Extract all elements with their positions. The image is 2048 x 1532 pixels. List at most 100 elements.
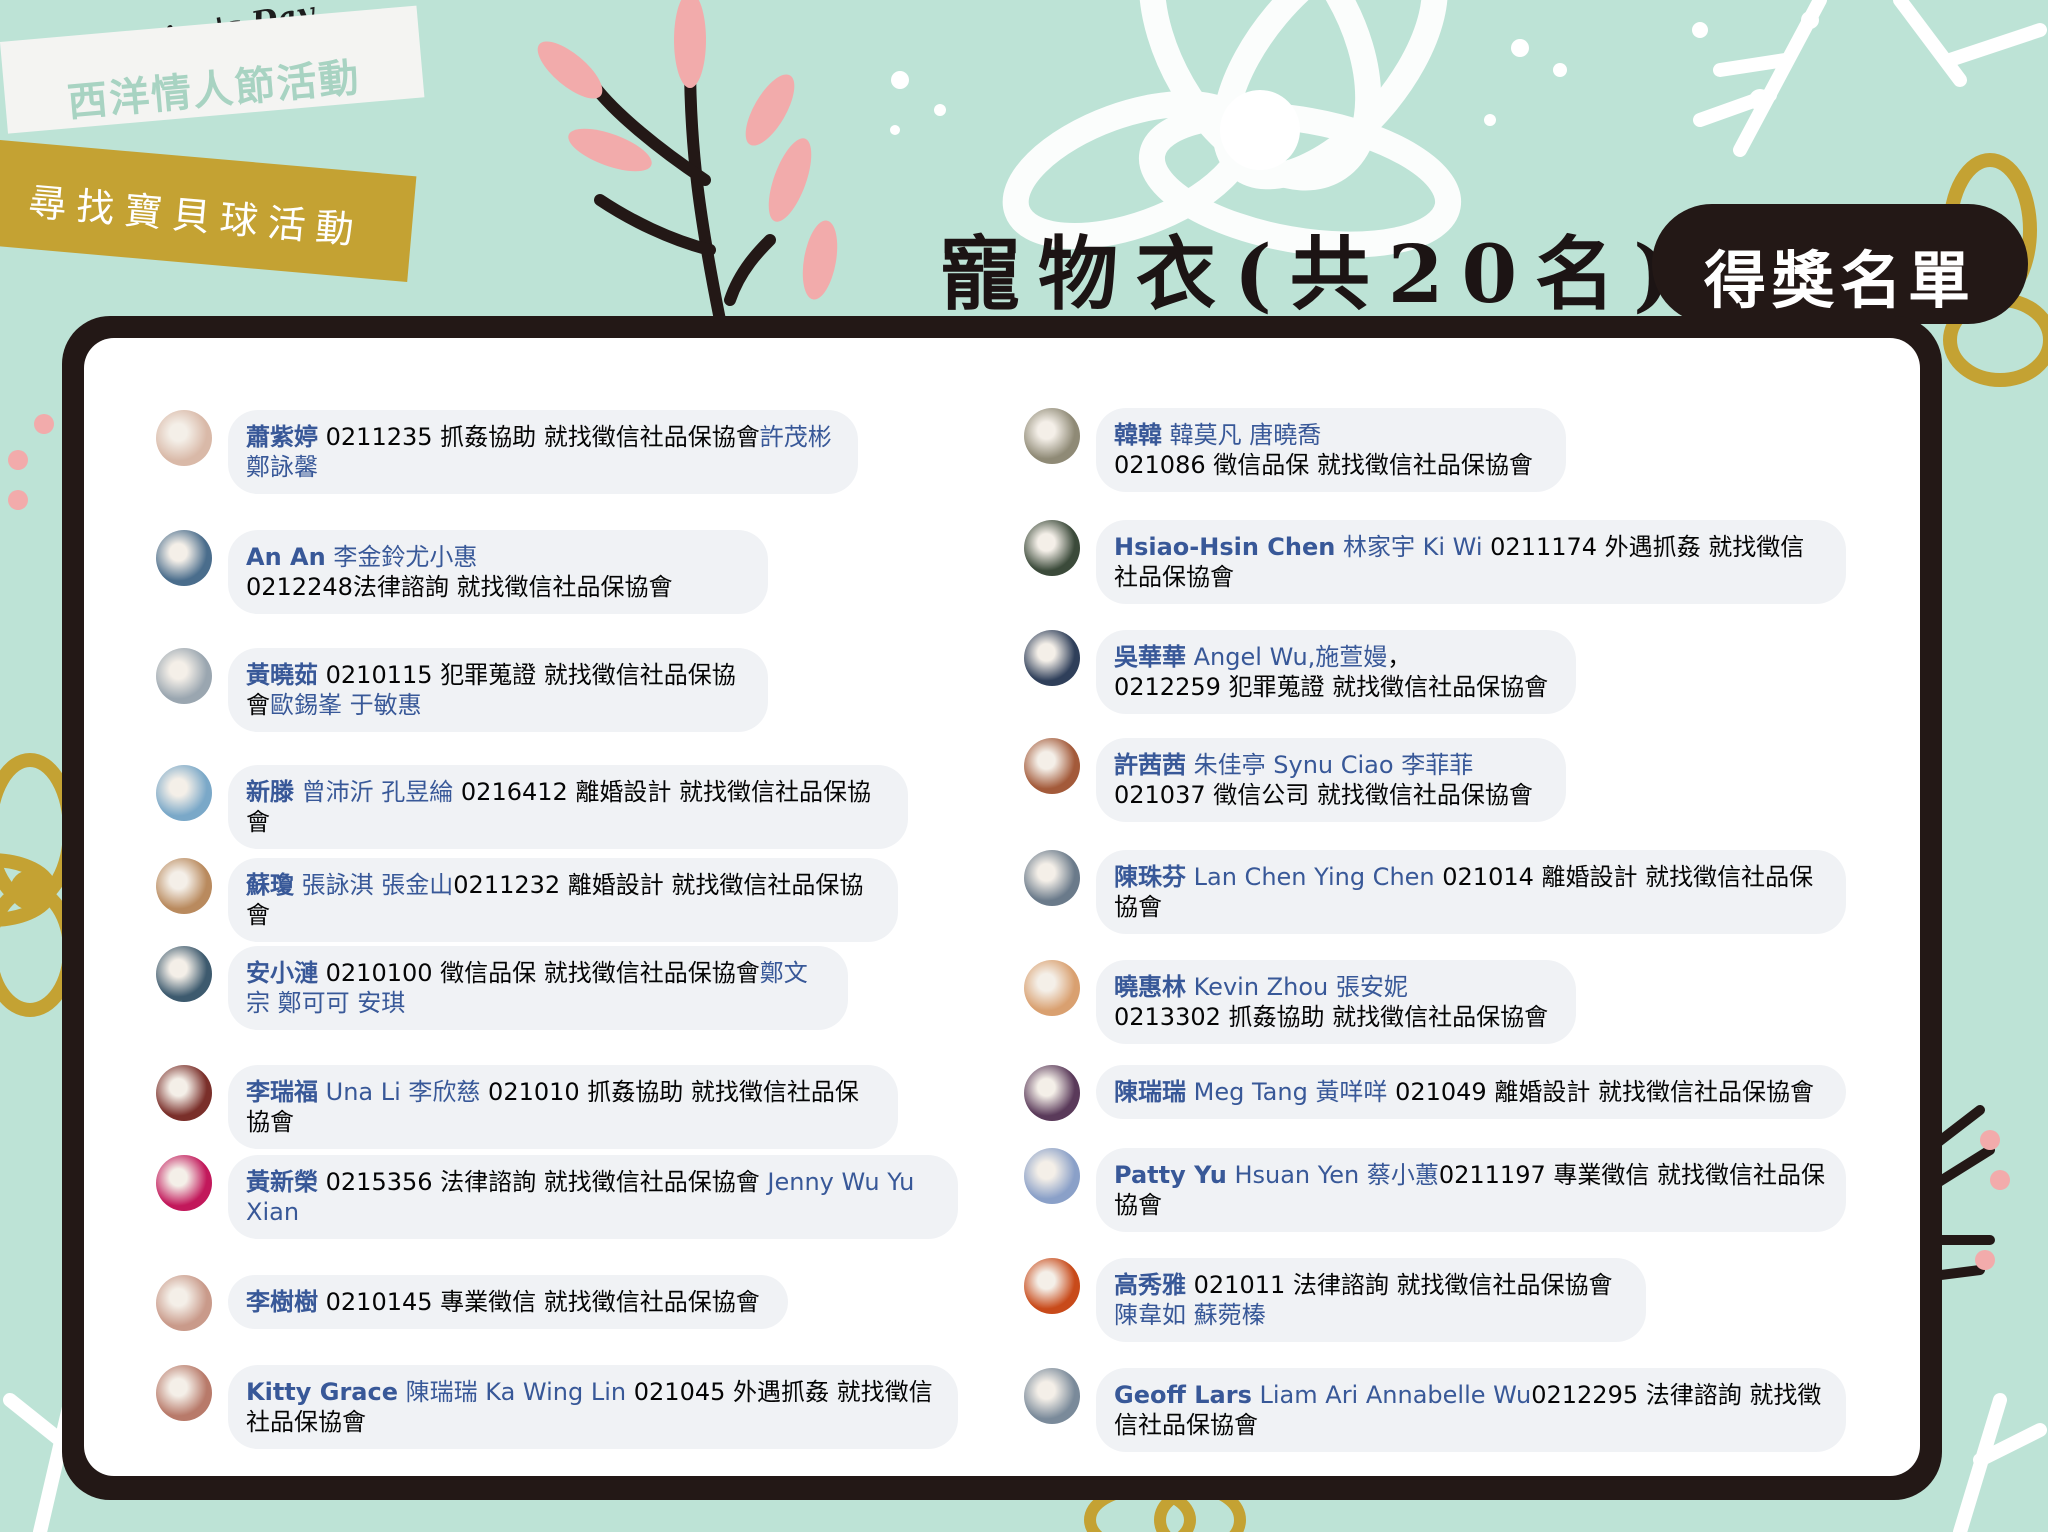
- avatar[interactable]: [1024, 1148, 1080, 1204]
- avatar[interactable]: [1024, 520, 1080, 576]
- avatar[interactable]: [156, 410, 212, 466]
- comment-text: 021011 法律諮詢 就找徵信社品保協會: [1186, 1271, 1613, 1299]
- comment-text: 0210100 徵信品保 就找徵信社品保協會: [318, 959, 760, 987]
- comment-text: [398, 1378, 406, 1406]
- commenter-name[interactable]: Kitty Grace: [246, 1378, 398, 1406]
- commenter-name[interactable]: 韓韓: [1114, 421, 1162, 449]
- avatar[interactable]: [156, 1155, 212, 1211]
- comment-bubble: 李瑞福 Una Li 李欣慈 021010 抓姦協助 就找徵信社品保協會: [228, 1065, 898, 1149]
- commenter-name[interactable]: 曉惠林: [1114, 973, 1186, 1001]
- commenter-name[interactable]: 陳珠芬: [1114, 863, 1186, 891]
- comment-bubble: 韓韓 韓莫凡 唐曉喬 021086 徵信品保 就找徵信社品保協會: [1096, 408, 1566, 492]
- comment-text: 021037 徵信公司 就找徵信社品保協會: [1114, 781, 1533, 809]
- comment-text: [294, 871, 302, 899]
- tagged-names[interactable]: Liam Ari Annabelle Wu: [1260, 1381, 1532, 1409]
- commenter-name[interactable]: 蘇瓊: [246, 871, 294, 899]
- tagged-names[interactable]: Una Li 李欣慈: [326, 1078, 481, 1106]
- commenter-name[interactable]: 黃曉茹: [246, 661, 318, 689]
- avatar[interactable]: [156, 858, 212, 914]
- commenter-name[interactable]: Hsiao-Hsin Chen: [1114, 533, 1335, 561]
- tagged-names[interactable]: 歐錫峯 于敏惠: [270, 691, 422, 719]
- commenter-name[interactable]: 許茜茜: [1114, 751, 1186, 779]
- tagged-names[interactable]: Hsuan Yen 蔡小蕙: [1234, 1161, 1438, 1189]
- tagged-names[interactable]: 李金鈴尤小惠: [333, 543, 477, 571]
- comment-bubble: 陳珠芬 Lan Chen Ying Chen 021014 離婚設計 就找徵信社…: [1096, 850, 1846, 934]
- avatar[interactable]: [156, 1275, 212, 1331]
- avatar[interactable]: [1024, 630, 1080, 686]
- avatar[interactable]: [1024, 738, 1080, 794]
- avatar[interactable]: [156, 946, 212, 1002]
- avatar[interactable]: [156, 1065, 212, 1121]
- comment-text: [1186, 751, 1194, 779]
- winners-badge-label: 得獎名單: [1703, 244, 1976, 317]
- commenter-name[interactable]: 吳華華: [1114, 643, 1186, 671]
- comment-text: [1335, 533, 1343, 561]
- comment-bubble: Hsiao-Hsin Chen 林家宇 Ki Wi 0211174 外遇抓姦 就…: [1096, 520, 1846, 604]
- comment-text: 0210145 專業徵信 就找徵信社品保協會: [318, 1288, 760, 1316]
- tagged-names[interactable]: 朱佳亭 Synu Ciao 李菲菲: [1194, 751, 1474, 779]
- comment-text: 0211235 抓姦協助 就找徵信社品保協會: [318, 423, 760, 451]
- avatar[interactable]: [1024, 850, 1080, 906]
- comment-bubble: Kitty Grace 陳瑞瑞 Ka Wing Lin 021045 外遇抓姦 …: [228, 1365, 958, 1449]
- commenter-name[interactable]: 陳瑞瑞: [1114, 1078, 1186, 1106]
- comment-text: [1186, 1078, 1194, 1106]
- tagged-names[interactable]: Meg Tang 黃咩咩: [1194, 1078, 1388, 1106]
- comment-bubble: 黃新榮 0215356 法律諮詢 就找徵信社品保協會 Jenny Wu Yu X…: [228, 1155, 958, 1239]
- commenter-name[interactable]: 高秀雅: [1114, 1271, 1186, 1299]
- commenter-name[interactable]: 蕭紫婷: [246, 423, 318, 451]
- commenter-name[interactable]: 新滕: [246, 778, 294, 806]
- avatar[interactable]: [156, 765, 212, 821]
- commenter-name[interactable]: An An: [246, 543, 326, 571]
- avatar[interactable]: [156, 530, 212, 586]
- prize-title: 寵物衣(共20名): [940, 227, 1690, 321]
- tagged-names[interactable]: 曾沛沂 孔昱綸: [302, 778, 454, 806]
- commenter-name[interactable]: 李瑞福: [246, 1078, 318, 1106]
- comment-bubble: Patty Yu Hsuan Yen 蔡小蕙0211197 專業徵信 就找徵信社…: [1096, 1148, 1846, 1232]
- avatar[interactable]: [156, 648, 212, 704]
- comment-text: [1162, 421, 1170, 449]
- comment-text: [1186, 643, 1194, 671]
- tagged-names[interactable]: Angel Wu,施萱嫚: [1194, 643, 1388, 671]
- comment-bubble: 蘇瓊 張詠淇 張金山0211232 離婚設計 就找徵信社品保協會: [228, 858, 898, 942]
- comment-bubble: Geoff Lars Liam Ari Annabelle Wu0212295 …: [1096, 1368, 1846, 1452]
- comment-text: [294, 778, 302, 806]
- winners-badge: 得獎名單: [1652, 204, 2028, 324]
- comment-bubble: 陳瑞瑞 Meg Tang 黃咩咩 021049 離婚設計 就找徵信社品保協會: [1096, 1065, 1846, 1119]
- tagged-names[interactable]: Lan Chen Ying Chen: [1194, 863, 1435, 891]
- tagged-names[interactable]: 陳韋如 蘇菀榛: [1114, 1301, 1266, 1329]
- comment-bubble: 高秀雅 021011 法律諮詢 就找徵信社品保協會陳韋如 蘇菀榛: [1096, 1258, 1646, 1342]
- comment-text: 0212248法律諮詢 就找徵信社品保協會: [246, 573, 673, 601]
- avatar[interactable]: [156, 1365, 212, 1421]
- avatar[interactable]: [1024, 960, 1080, 1016]
- comment-text: 0213302 抓姦協助 就找徵信社品保協會: [1114, 1003, 1549, 1031]
- avatar[interactable]: [1024, 1065, 1080, 1121]
- comment-text: [1252, 1381, 1260, 1409]
- tagged-names[interactable]: Kevin Zhou 張安妮: [1194, 973, 1408, 1001]
- commenter-name[interactable]: 黃新榮: [246, 1168, 318, 1196]
- comment-text: 021086 徵信品保 就找徵信社品保協會: [1114, 451, 1533, 479]
- comment-text: [318, 1078, 326, 1106]
- avatar[interactable]: [1024, 408, 1080, 464]
- tagged-names[interactable]: 韓莫凡 唐曉喬: [1170, 421, 1322, 449]
- avatar[interactable]: [1024, 1258, 1080, 1314]
- commenter-name[interactable]: Geoff Lars: [1114, 1381, 1252, 1409]
- commenter-name[interactable]: 安小漣: [246, 959, 318, 987]
- comment-bubble: 安小漣 0210100 徵信品保 就找徵信社品保協會鄭文宗 鄭可可 安琪: [228, 946, 848, 1030]
- comment-bubble: 吳華華 Angel Wu,施萱嫚， 0212259 犯罪蒐證 就找徵信社品保協會: [1096, 630, 1576, 714]
- comment-bubble: 新滕 曾沛沂 孔昱綸 0216412 離婚設計 就找徵信社品保協會: [228, 765, 908, 849]
- commenter-name[interactable]: Patty Yu: [1114, 1161, 1227, 1189]
- event-name: 西洋情人節活動: [65, 53, 363, 127]
- commenter-name[interactable]: 李樹樹: [246, 1288, 318, 1316]
- comment-text: 0212259 犯罪蒐證 就找徵信社品保協會: [1114, 673, 1549, 701]
- comment-text: [1186, 863, 1194, 891]
- comment-text: 021049 離婚設計 就找徵信社品保協會: [1387, 1078, 1814, 1106]
- comment-bubble: 蕭紫婷 0211235 抓姦協助 就找徵信社品保協會許茂彬 鄭詠馨: [228, 410, 858, 494]
- tagged-names[interactable]: 陳瑞瑞 Ka Wing Lin: [406, 1378, 626, 1406]
- event-name-tag: 西洋情人節活動: [0, 5, 425, 134]
- activity-tag: 尋找寶貝球活動: [0, 140, 417, 283]
- comment-bubble: 許茜茜 朱佳亭 Synu Ciao 李菲菲 021037 徵信公司 就找徵信社品保…: [1096, 738, 1566, 822]
- tagged-names[interactable]: 張詠淇 張金山: [302, 871, 454, 899]
- tagged-names[interactable]: 林家宇 Ki Wi: [1343, 533, 1483, 561]
- comment-text: ，: [1387, 643, 1412, 671]
- avatar[interactable]: [1024, 1368, 1080, 1424]
